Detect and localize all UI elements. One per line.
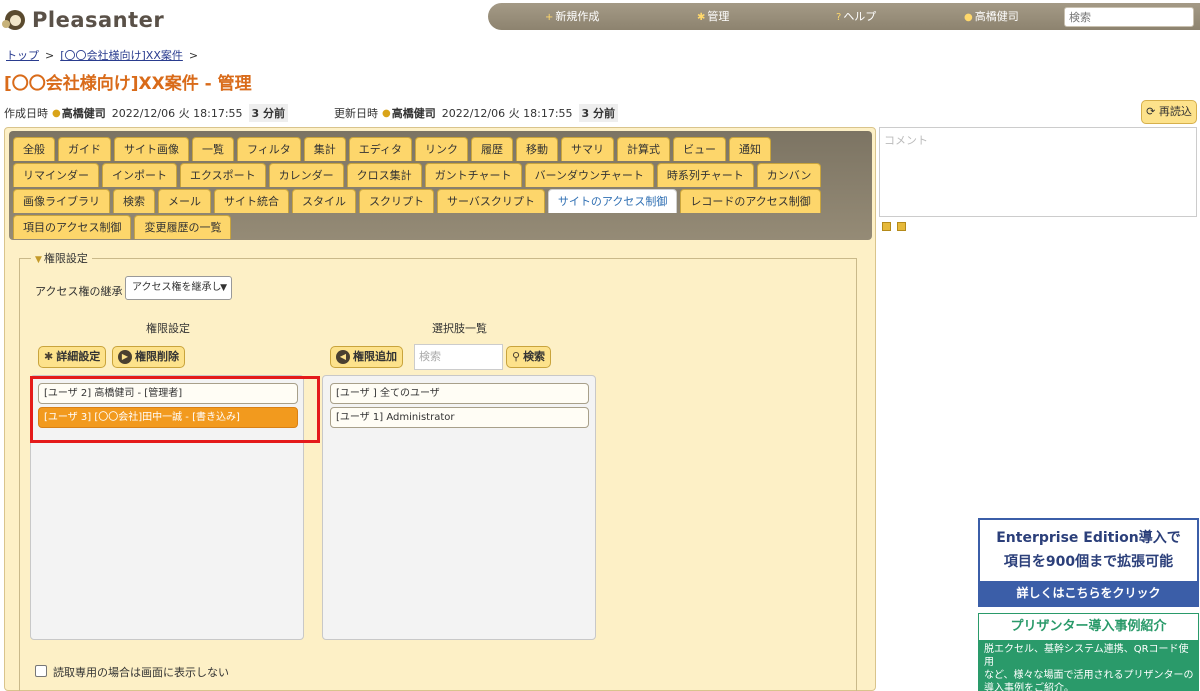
tab-site-image[interactable]: サイト画像: [114, 137, 189, 161]
collapse-triangle-icon: ▼: [35, 255, 42, 265]
tab-change-history-list[interactable]: 変更履歴の一覧: [134, 215, 232, 239]
breadcrumb-home-link[interactable]: トップ: [6, 49, 39, 62]
tab-bar: 全般 ガイド サイト画像 一覧 フィルタ 集計 エディタ リンク 履歴 移動 サ…: [9, 131, 872, 240]
gear-icon: ✱: [44, 350, 54, 363]
detail-settings-button[interactable]: ✱ 詳細設定: [38, 346, 107, 368]
user-menu[interactable]: ● 高橋健司: [964, 3, 1019, 30]
updated-user[interactable]: 高橋健司: [392, 105, 436, 121]
user-icon: ●: [382, 107, 391, 119]
tab-script[interactable]: スクリプト: [359, 189, 434, 213]
tab-row-1: 全般 ガイド サイト画像 一覧 フィルタ 集計 エディタ リンク 履歴 移動 サ…: [13, 137, 772, 161]
tab-grid[interactable]: 一覧: [192, 137, 234, 161]
tab-crosstab[interactable]: クロス集計: [346, 163, 422, 187]
highlight-annotation: [30, 376, 320, 443]
question-icon: ?: [836, 12, 842, 23]
case-study-banner[interactable]: プリザンター導入事例紹介 脱エクセル、基幹システム連携、QRコード使用 など、様…: [978, 613, 1199, 691]
pleasanter-logo-icon: [2, 7, 28, 33]
app-name: Pleasanter: [32, 8, 165, 32]
enterprise-banner-cta[interactable]: 詳しくはこちらをクリック: [980, 581, 1197, 605]
created-info: 作成日時 ● 高橋健司 2022/12/06 火 18:17:55 3 分前: [4, 104, 289, 122]
tab-import[interactable]: インポート: [102, 163, 177, 187]
tab-image-library[interactable]: 画像ライブラリ: [13, 189, 110, 213]
reload-icon: ⟳: [1146, 105, 1159, 118]
tab-row-3: 画像ライブラリ 検索 メール サイト統合 スタイル スクリプト サーバスクリプト…: [13, 189, 821, 213]
tab-server-script[interactable]: サーバスクリプト: [437, 189, 545, 213]
plus-icon: +: [545, 12, 554, 23]
choices-list[interactable]: [ユーザ ] 全てのユーザ [ユーザ 1] Administrator: [322, 375, 596, 640]
permission-search-input[interactable]: 検索: [414, 344, 503, 370]
tab-calendar[interactable]: カレンダー: [268, 163, 344, 187]
tab-link[interactable]: リンク: [415, 137, 469, 161]
global-search-input[interactable]: [1064, 7, 1194, 27]
chevron-down-icon: ▼: [220, 283, 227, 293]
tab-guide[interactable]: ガイド: [58, 137, 111, 161]
tab-editor[interactable]: エディタ: [348, 137, 413, 161]
tab-aggregation[interactable]: 集計: [303, 137, 346, 161]
tab-view[interactable]: ビュー: [673, 137, 727, 161]
permission-search-button[interactable]: ⚲ 検索: [506, 346, 552, 368]
enterprise-banner[interactable]: Enterprise Edition導入で 項目を900個まで拡張可能 詳しくはこ…: [978, 518, 1199, 607]
tab-site-access-control[interactable]: サイトのアクセス制御: [547, 189, 678, 213]
choices-heading: 選択肢一覧: [432, 322, 487, 335]
help-menu[interactable]: ? ヘルプ: [836, 3, 876, 30]
gear-icon: ✱: [697, 12, 706, 23]
tab-row-2: リマインダー インポート エクスポート カレンダー クロス集計 ガントチャート …: [13, 163, 822, 187]
tab-row-4: 項目のアクセス制御 変更履歴の一覧: [13, 215, 232, 239]
reload-button[interactable]: ⟳ 再読込: [1141, 100, 1197, 124]
breadcrumb: トップ > [〇〇会社様向け]XX案件 >: [6, 49, 199, 62]
breadcrumb-site-link[interactable]: [〇〇会社様向け]XX案件: [60, 49, 183, 62]
list-item[interactable]: [ユーザ ] 全てのユーザ: [330, 383, 589, 404]
image-icon[interactable]: [882, 222, 891, 231]
updated-info: 更新日時 ● 高橋健司 2022/12/06 火 18:17:55 3 分前: [334, 104, 619, 122]
readonly-hide-label: 読取専用の場合は画面に表示しない: [53, 666, 229, 679]
user-icon: ●: [964, 12, 973, 23]
tab-reminder[interactable]: リマインダー: [13, 163, 99, 187]
created-user[interactable]: 高橋健司: [62, 105, 106, 121]
list-item[interactable]: [ユーザ 1] Administrator: [330, 407, 589, 428]
case-study-text: 脱エクセル、基幹システム連携、QRコード使用 など、様々な場面で活用されるプリザ…: [984, 644, 1194, 691]
tab-search[interactable]: 検索: [113, 189, 155, 213]
inherit-label: アクセス権の継承: [35, 285, 123, 298]
tab-burndown[interactable]: バーンダウンチャート: [524, 163, 654, 187]
arrow-left-icon: ◀: [336, 350, 350, 364]
user-icon: ●: [52, 107, 61, 119]
case-study-title: プリザンター導入事例紹介: [979, 614, 1198, 640]
tab-formula[interactable]: 計算式: [617, 137, 671, 161]
app-logo[interactable]: Pleasanter: [2, 3, 164, 37]
tab-notification[interactable]: 通知: [729, 137, 772, 161]
permission-legend[interactable]: ▼ 権限設定: [31, 250, 92, 266]
tab-move[interactable]: 移動: [516, 137, 559, 161]
tab-record-access-control[interactable]: レコードのアクセス制御: [680, 189, 821, 213]
readonly-hide-checkbox[interactable]: [35, 665, 47, 677]
file-icon[interactable]: [897, 222, 906, 231]
current-permissions-heading: 権限設定: [146, 322, 190, 335]
tab-export[interactable]: エクスポート: [180, 163, 266, 187]
tab-site-integration[interactable]: サイト統合: [214, 189, 289, 213]
comment-textarea[interactable]: コメント: [879, 127, 1197, 217]
page-title: [〇〇会社様向け]XX案件 - 管理: [4, 74, 252, 94]
inherit-select[interactable]: アクセス権を継承し ▼: [125, 276, 232, 300]
new-item-button[interactable]: + 新規作成: [545, 3, 599, 30]
tab-mail[interactable]: メール: [158, 189, 211, 213]
tab-kanban[interactable]: カンバン: [756, 163, 822, 187]
tab-timeseries[interactable]: 時系列チャート: [656, 163, 754, 187]
tab-style[interactable]: スタイル: [292, 189, 356, 213]
search-icon: ⚲: [512, 350, 521, 363]
tab-gantt[interactable]: ガントチャート: [424, 163, 522, 187]
tab-history[interactable]: 履歴: [471, 137, 514, 161]
manage-menu[interactable]: ✱ 管理: [697, 3, 729, 30]
delete-permission-button[interactable]: ▶ 権限削除: [112, 346, 185, 368]
tab-filter[interactable]: フィルタ: [237, 137, 301, 161]
tab-summary[interactable]: サマリ: [561, 137, 615, 161]
comment-tools: [882, 222, 906, 231]
tab-general[interactable]: 全般: [13, 137, 55, 161]
top-navigation: + 新規作成 ✱ 管理 ? ヘルプ ● 高橋健司: [488, 3, 1200, 30]
add-permission-button[interactable]: ◀ 権限追加: [330, 346, 403, 368]
tab-column-access-control[interactable]: 項目のアクセス制御: [13, 215, 132, 239]
arrow-right-icon: ▶: [118, 350, 132, 364]
